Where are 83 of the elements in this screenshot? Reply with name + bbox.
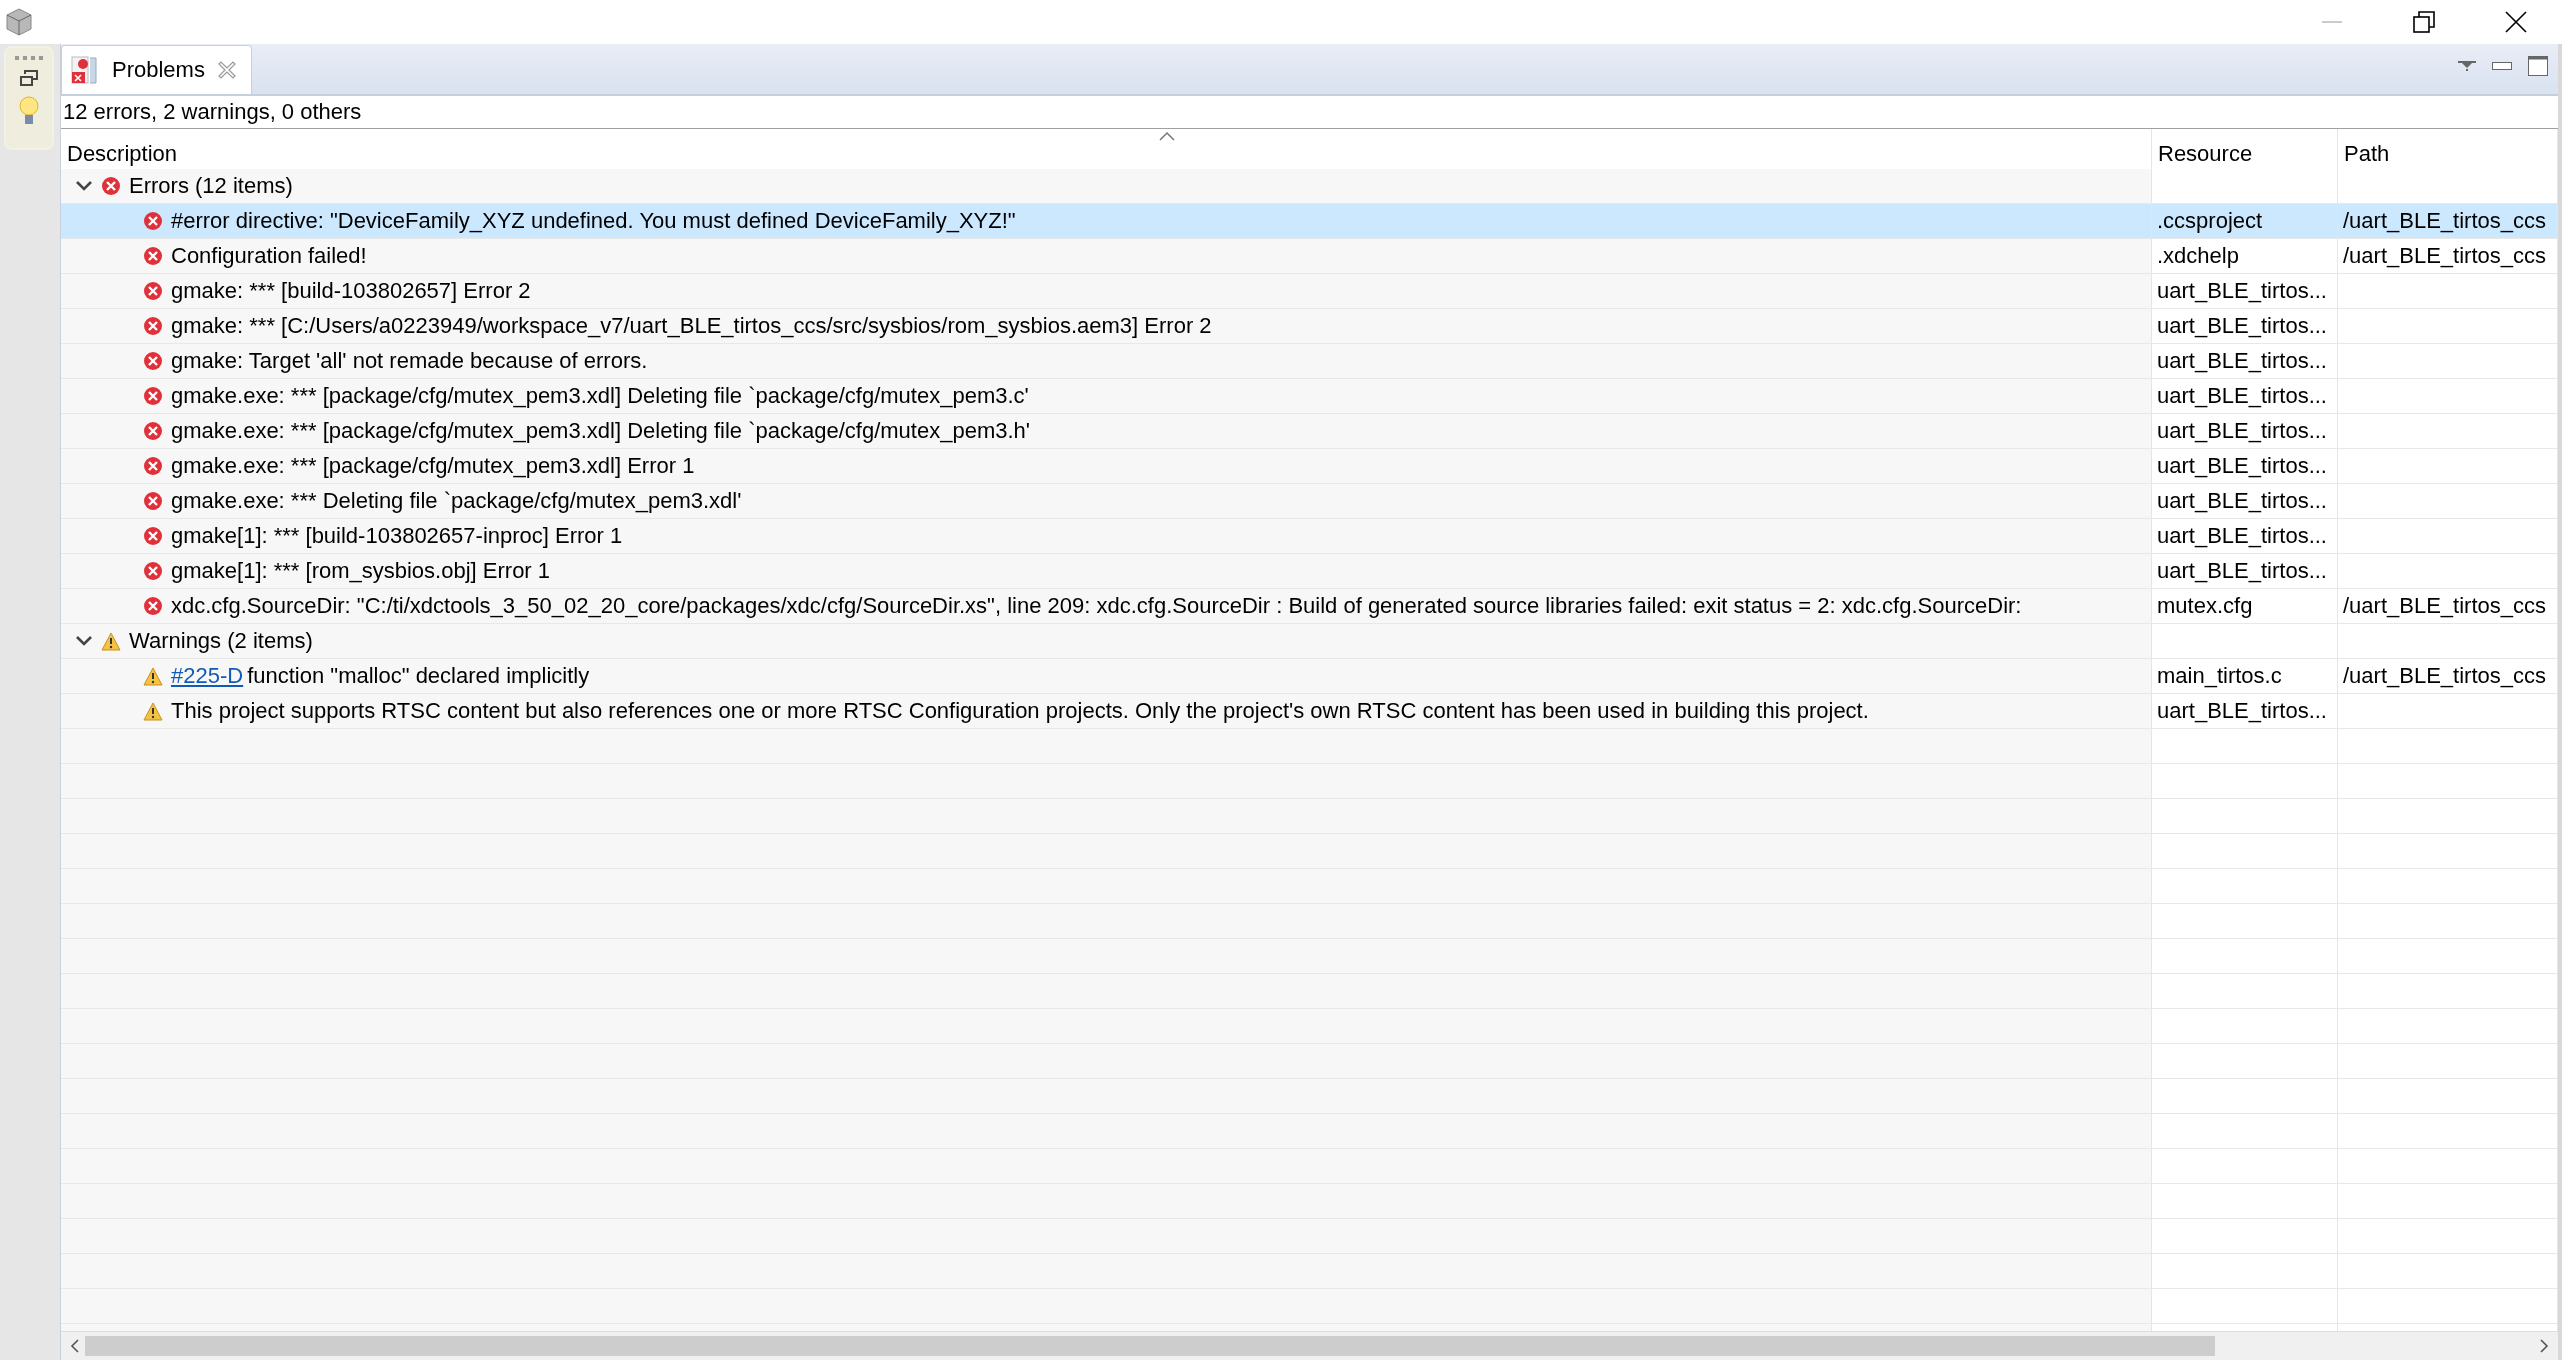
problem-row[interactable]: gmake.exe: *** Deleting file `package/cfg/mutex_pem3.xdl' uart_BLE_tirtos... [61, 484, 2558, 519]
resource-cell: .xdchelp [2157, 243, 2239, 269]
problem-description: gmake: *** [C:/Users/a0223949/workspace_v7/uart_BLE_tirtos_ccs/src/sysbios/rom_sysbios.aem3] Error 2 [171, 313, 1212, 339]
restore-icon[interactable] [2413, 11, 2435, 33]
problem-row[interactable]: gmake.exe: *** [package/cfg/mutex_pem3.xdl] Deleting file `package/cfg/mutex_pem3.c' uart_BLE_tirtos... [61, 379, 2558, 414]
resource-cell: uart_BLE_tirtos... [2157, 488, 2327, 514]
problem-description: gmake[1]: *** [rom_sysbios.obj] Error 1 [171, 558, 551, 584]
resource-cell: uart_BLE_tirtos... [2157, 278, 2327, 304]
grip-icon[interactable] [15, 56, 43, 60]
scroll-right-icon[interactable] [2538, 1339, 2550, 1353]
problem-id-link[interactable]: #225-D [171, 663, 244, 689]
maximize-view-icon[interactable] [2528, 56, 2548, 76]
error-icon [143, 561, 163, 581]
resource-cell: .ccsproject [2157, 208, 2263, 234]
horizontal-scrollbar[interactable] [61, 1331, 2558, 1360]
resource-cell: mutex.cfg [2157, 593, 2253, 619]
error-icon [143, 246, 163, 266]
view-menu-icon[interactable] [2458, 61, 2476, 71]
problem-row[interactable]: gmake.exe: *** [package/cfg/mutex_pem3.xdl] Deleting file `package/cfg/mutex_pem3.h' uart_BLE_tirtos... [61, 414, 2558, 449]
minimize-view-icon[interactable] [2492, 62, 2512, 70]
group-label[interactable]: Warnings (2 items) [129, 628, 313, 654]
group-label[interactable]: Errors (12 items) [129, 173, 293, 199]
error-icon [143, 316, 163, 336]
error-icon [143, 386, 163, 406]
error-icon [143, 211, 163, 231]
error-icon [143, 491, 163, 511]
resource-cell: uart_BLE_tirtos... [2157, 698, 2327, 724]
problem-row[interactable]: gmake: *** [build-103802657] Error 2 uart_BLE_tirtos... [61, 274, 2558, 309]
close-icon[interactable] [2505, 11, 2527, 33]
scroll-left-icon[interactable] [69, 1339, 81, 1353]
error-icon [143, 351, 163, 371]
error-icon [143, 456, 163, 476]
scrollbar-thumb[interactable] [85, 1336, 2215, 1356]
problem-row[interactable]: #error directive: "DeviceFamily_XYZ undefined. You must defined DeviceFamily_XYZ!" .ccsproject /uart_BLE_tirtos_ccs [61, 204, 2558, 239]
problem-row[interactable]: gmake[1]: *** [rom_sysbios.obj] Error 1 uart_BLE_tirtos... [61, 554, 2558, 589]
problem-description: gmake[1]: *** [build-103802657-inproc] Error 1 [171, 523, 623, 549]
problem-row[interactable]: gmake[1]: *** [build-103802657-inproc] Error 1 uart_BLE_tirtos... [61, 519, 2558, 554]
resource-cell: uart_BLE_tirtos... [2157, 348, 2327, 374]
expanded-chevron-icon[interactable] [75, 180, 93, 192]
resource-cell: uart_BLE_tirtos... [2157, 558, 2327, 584]
error-icon [143, 526, 163, 546]
expanded-chevron-icon[interactable] [75, 635, 93, 647]
problem-description: function "malloc" declared implicitly [247, 663, 590, 689]
warning-icon [143, 666, 163, 686]
resource-cell: uart_BLE_tirtos... [2157, 383, 2327, 409]
resource-cell: main_tirtos.c [2157, 663, 2282, 689]
path-cell: /uart_BLE_tirtos_ccs [2343, 663, 2546, 689]
warning-icon [101, 631, 121, 651]
error-icon [101, 176, 121, 196]
problem-description: gmake.exe: *** [package/cfg/mutex_pem3.xdl] Error 1 [171, 453, 695, 479]
error-icon [143, 281, 163, 301]
problem-row[interactable]: This project supports RTSC content but also references one or more RTSC Configuration projects. Only the project's own RTSC content has been used in building this project. uart_BLE_tirtos... [61, 694, 2558, 729]
resource-cell: uart_BLE_tirtos... [2157, 453, 2327, 479]
problem-description: gmake.exe: *** Deleting file `package/cfg/mutex_pem3.xdl' [171, 488, 742, 514]
problem-row[interactable]: gmake: *** [C:/Users/a0223949/workspace_v7/uart_BLE_tirtos_ccs/src/sysbios/rom_sysbios.aem3] Error 2 uart_BLE_tirtos... [61, 309, 2558, 344]
resource-cell: uart_BLE_tirtos... [2157, 523, 2327, 549]
problem-row[interactable] [61, 589, 2558, 624]
sort-caret-icon[interactable] [1159, 131, 1175, 141]
warning-icon [143, 701, 163, 721]
problem-description: gmake.exe: *** [package/cfg/mutex_pem3.xdl] Deleting file `package/cfg/mutex_pem3.h' [171, 418, 1030, 444]
problem-description: gmake.exe: *** [package/cfg/mutex_pem3.xdl] Deleting file `package/cfg/mutex_pem3.c' [171, 383, 1029, 409]
lightbulb-icon[interactable] [19, 96, 39, 126]
problem-description: Configuration failed! [171, 243, 367, 269]
problem-description: gmake: Target 'all' not remade because of errors. [171, 348, 648, 374]
problem-description: #error directive: "DeviceFamily_XYZ undefined. You must defined DeviceFamily_XYZ!" [171, 208, 1016, 234]
problem-description: This project supports RTSC content but also references one or more RTSC Configuration projects. Only the project's own RTSC content has been used in building this project. [171, 698, 1869, 724]
path-cell: /uart_BLE_tirtos_ccs [2343, 208, 2546, 234]
error-icon [143, 421, 163, 441]
restore-view-icon[interactable] [20, 70, 38, 86]
problem-row[interactable]: gmake: Target 'all' not remade because of errors. uart_BLE_tirtos... [61, 344, 2558, 379]
problems-tab[interactable]: Problems [61, 45, 252, 94]
path-cell: /uart_BLE_tirtos_ccs [2343, 593, 2546, 619]
resource-cell: uart_BLE_tirtos... [2157, 313, 2327, 339]
error-icon [143, 596, 163, 616]
problem-row[interactable]: #225-D function "malloc" declared implicitly main_tirtos.c /uart_BLE_tirtos_ccs [61, 659, 2558, 694]
resource-cell: uart_BLE_tirtos... [2157, 418, 2327, 444]
problem-description: gmake: *** [build-103802657] Error 2 [171, 278, 531, 304]
problem-description: xdc.cfg.SourceDir: "C:/ti/xdctools_3_50_02_20_core/packages/xdc/cfg/SourceDir.xs", line 209: xdc.cfg.SourceDir : Build of generated source libraries failed: exit status = 2: xdc.cfg.SourceDir: [171, 593, 2022, 619]
app-cube-icon [4, 7, 34, 37]
problems-icon [70, 55, 100, 85]
problem-row[interactable]: gmake.exe: *** [package/cfg/mutex_pem3.xdl] Error 1 uart_BLE_tirtos... [61, 449, 2558, 484]
problem-row[interactable]: Configuration failed! .xdchelp /uart_BLE_tirtos_ccs [61, 239, 2558, 274]
path-cell: /uart_BLE_tirtos_ccs [2343, 243, 2546, 269]
